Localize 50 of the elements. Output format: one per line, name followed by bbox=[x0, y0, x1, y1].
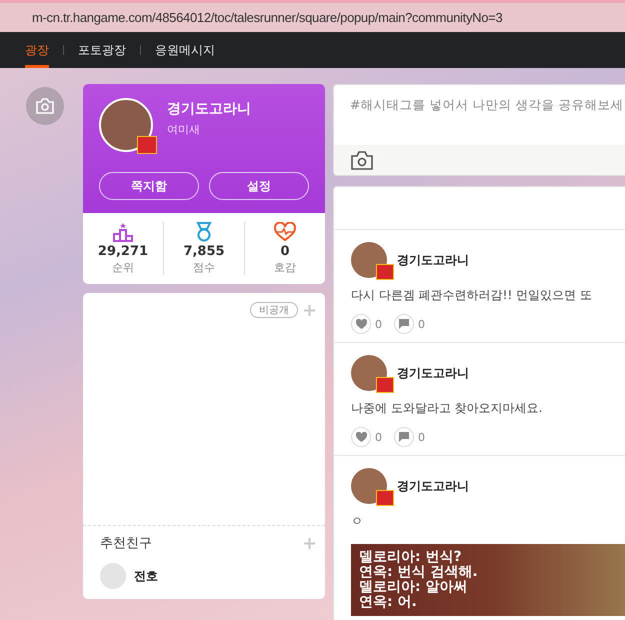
caption-line: 델로리아: 알아써 bbox=[359, 580, 468, 595]
badge-icon bbox=[376, 264, 394, 280]
post-input[interactable]: #해시태그를 넣어서 나만의 생각을 공유해보세 bbox=[334, 85, 625, 145]
camera-icon[interactable] bbox=[351, 150, 373, 170]
stat-value: 29,271 bbox=[98, 244, 148, 259]
camera-icon bbox=[36, 98, 54, 114]
caption-line: 델로리아: 번식? bbox=[359, 550, 463, 565]
stat-label: 점수 bbox=[193, 260, 215, 275]
like-button[interactable] bbox=[351, 427, 371, 447]
nav-tab[interactable]: 포토광장 bbox=[78, 32, 126, 68]
post-text: 나중에 도와달라고 찾아오지마세요. bbox=[351, 400, 544, 417]
heart-icon bbox=[356, 432, 366, 442]
comment-button[interactable] bbox=[394, 314, 414, 334]
podium-icon bbox=[113, 222, 133, 242]
like-count: 0 bbox=[375, 430, 382, 444]
caption-line: 연옥: 번식 검색해. bbox=[359, 565, 479, 580]
like-button[interactable] bbox=[351, 314, 371, 334]
post-text: ㅇ bbox=[351, 513, 364, 530]
stat-value: 7,855 bbox=[183, 244, 225, 259]
badge-icon bbox=[376, 490, 394, 506]
heart-icon bbox=[356, 319, 366, 329]
post-text: 다시 다른겜 폐관수련하러감!! 먼일있으면 또 bbox=[351, 287, 593, 304]
post-author[interactable]: 경기도고라니 bbox=[397, 478, 469, 494]
badge-icon bbox=[137, 136, 157, 154]
comment-icon bbox=[399, 432, 409, 442]
comment-count: 0 bbox=[418, 318, 425, 330]
profile-name: 경기도고라니 bbox=[167, 100, 251, 118]
badge-icon bbox=[376, 377, 394, 393]
caption-line: 연옥: 어. bbox=[359, 595, 418, 610]
like-count: 0 bbox=[375, 318, 382, 330]
friend-name[interactable]: 전호 bbox=[134, 568, 158, 584]
heartbeat-icon bbox=[274, 222, 296, 242]
nav-tab[interactable]: 응원메시지 bbox=[155, 32, 215, 68]
stat-value: 0 bbox=[280, 244, 290, 259]
avatar-silhouette bbox=[100, 563, 126, 589]
comment-button[interactable] bbox=[394, 427, 414, 447]
stat-label: 순위 bbox=[112, 260, 134, 275]
post-author[interactable]: 경기도고라니 bbox=[397, 252, 469, 268]
profile-subtitle: 여미새 bbox=[167, 122, 201, 137]
post-author[interactable]: 경기도고라니 bbox=[397, 364, 469, 382]
profile-button[interactable]: 설정 bbox=[209, 172, 309, 200]
comment-icon bbox=[399, 319, 409, 329]
stat-label: 호감 bbox=[274, 260, 296, 275]
friends-title: 추천친구 bbox=[100, 535, 152, 552]
privacy-badge: 비공개 bbox=[250, 302, 298, 318]
camera-button[interactable] bbox=[26, 87, 64, 125]
profile-button[interactable]: 쪽지함 bbox=[99, 172, 199, 200]
nav-tab[interactable]: 광장 bbox=[25, 32, 49, 68]
medal-icon bbox=[194, 222, 214, 242]
comment-count: 0 bbox=[418, 430, 425, 444]
